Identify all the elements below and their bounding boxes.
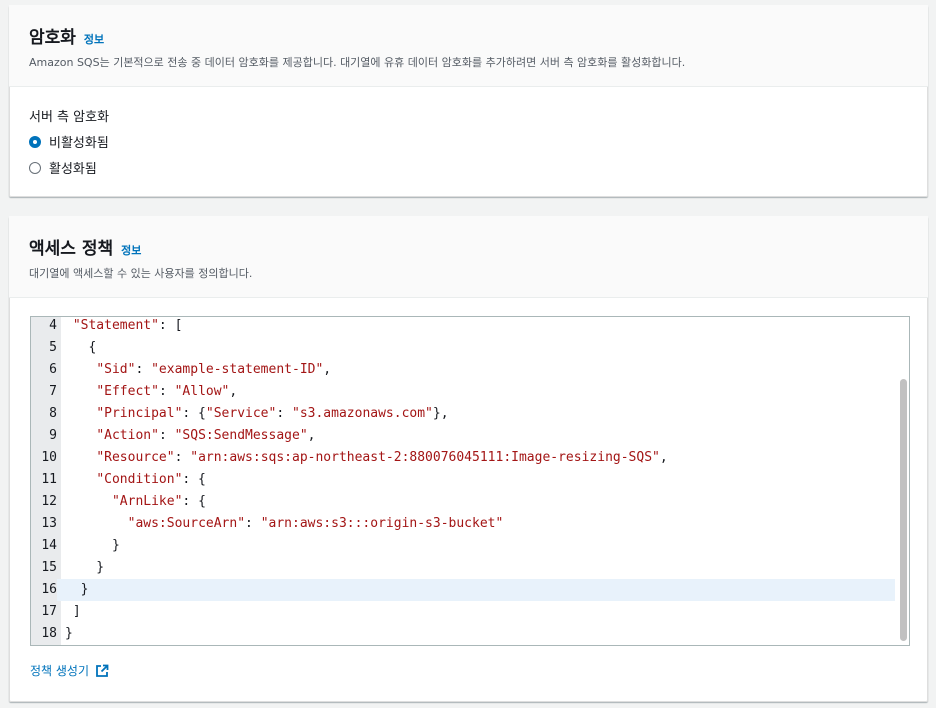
external-link-icon <box>96 664 109 677</box>
code-text: ] <box>65 604 81 619</box>
line-number: 14 <box>31 535 57 557</box>
line-number: 5 <box>31 337 57 359</box>
code-line[interactable]: 17 ] <box>31 601 895 623</box>
code-text: { <box>65 340 97 355</box>
line-number: 4 <box>31 317 57 337</box>
access-policy-description: 대기열에 액세스할 수 있는 사용자를 정의합니다. <box>29 267 253 280</box>
policy-generator-link[interactable]: 정책 생성기 <box>30 662 109 679</box>
encryption-info-link[interactable]: 정보 <box>84 31 104 47</box>
code-text: } <box>65 560 105 575</box>
sse-field-label: 서버 측 암호화 <box>29 110 110 125</box>
code-line[interactable]: 16 } <box>31 579 895 601</box>
access-policy-info-link[interactable]: 정보 <box>121 242 141 258</box>
encryption-panel: 암호화 정보 Amazon SQS는 기본적으로 전송 중 데이터 암호화를 제… <box>9 5 928 197</box>
code-line[interactable]: 18} <box>31 623 895 645</box>
code-line[interactable]: 6 "Sid": "example-statement-ID", <box>31 359 895 381</box>
code-text: "Sid": "example-statement-ID", <box>96 362 332 377</box>
code-text: } <box>65 538 120 553</box>
line-number: 6 <box>31 359 57 381</box>
code-line[interactable]: 11 "Condition": { <box>31 469 895 491</box>
encryption-header: 암호화 정보 Amazon SQS는 기본적으로 전송 중 데이터 암호화를 제… <box>9 5 928 87</box>
code-text: "Effect": "Allow", <box>96 384 238 399</box>
radio-disabled-option[interactable]: 비활성화됨 <box>29 132 109 151</box>
line-number: 8 <box>31 403 57 425</box>
radio-disabled[interactable] <box>29 135 41 148</box>
access-policy-header: 액세스 정책 정보 대기열에 액세스할 수 있는 사용자를 정의합니다. <box>9 216 928 298</box>
code-line[interactable]: 15 } <box>31 557 895 579</box>
radio-enabled[interactable] <box>29 161 41 174</box>
line-number: 17 <box>31 601 57 623</box>
encryption-title: 암호화 <box>29 28 76 48</box>
radio-enabled-option[interactable]: 활성화됨 <box>29 158 97 177</box>
code-text: "aws:SourceArn": "arn:aws:s3:::origin-s3… <box>127 516 504 531</box>
code-text: } <box>65 582 89 597</box>
line-number: 10 <box>31 447 57 469</box>
code-line[interactable]: 5 { <box>31 337 895 359</box>
line-number: 11 <box>31 469 57 491</box>
radio-enabled-label: 활성화됨 <box>49 162 97 177</box>
code-line[interactable]: 9 "Action": "SQS:SendMessage", <box>31 425 895 447</box>
code-line[interactable]: 12 "ArnLike": { <box>31 491 895 513</box>
code-text: "Action": "SQS:SendMessage", <box>96 428 316 443</box>
code-line[interactable]: 8 "Principal": {"Service": "s3.amazonaws… <box>31 403 895 425</box>
code-text: "Condition": { <box>96 472 206 487</box>
code-line[interactable]: 7 "Effect": "Allow", <box>31 381 895 403</box>
line-number: 13 <box>31 513 57 535</box>
code-line[interactable]: 14 } <box>31 535 895 557</box>
policy-generator-label: 정책 생성기 <box>30 664 90 678</box>
code-text: "Principal": {"Service": "s3.amazonaws.c… <box>96 406 449 421</box>
code-text: } <box>65 626 73 641</box>
line-number: 7 <box>31 381 57 403</box>
code-text: "Resource": "arn:aws:sqs:ap-northeast-2:… <box>96 450 668 465</box>
access-policy-title: 액세스 정책 <box>29 239 114 259</box>
code-text: "Statement": [ <box>72 318 183 333</box>
policy-code-editor[interactable]: 4 "Statement": [5 {6 "Sid": "example-sta… <box>30 316 910 646</box>
access-policy-panel: 액세스 정책 정보 대기열에 액세스할 수 있는 사용자를 정의합니다. 4 "… <box>9 216 928 702</box>
line-number: 18 <box>31 623 57 645</box>
code-lines[interactable]: 4 "Statement": [5 {6 "Sid": "example-sta… <box>31 317 895 645</box>
radio-disabled-label: 비활성화됨 <box>49 136 109 151</box>
code-line[interactable]: 13 "aws:SourceArn": "arn:aws:s3:::origin… <box>31 513 895 535</box>
code-text: "ArnLike": { <box>111 494 206 509</box>
line-number: 9 <box>31 425 57 447</box>
editor-scrollbar[interactable] <box>900 379 907 641</box>
line-number: 12 <box>31 491 57 513</box>
line-number: 16 <box>31 579 57 601</box>
encryption-description: Amazon SQS는 기본적으로 전송 중 데이터 암호화를 제공합니다. 대… <box>29 56 686 69</box>
line-number: 15 <box>31 557 57 579</box>
code-line[interactable]: 4 "Statement": [ <box>31 317 895 337</box>
code-line[interactable]: 10 "Resource": "arn:aws:sqs:ap-northeast… <box>31 447 895 469</box>
